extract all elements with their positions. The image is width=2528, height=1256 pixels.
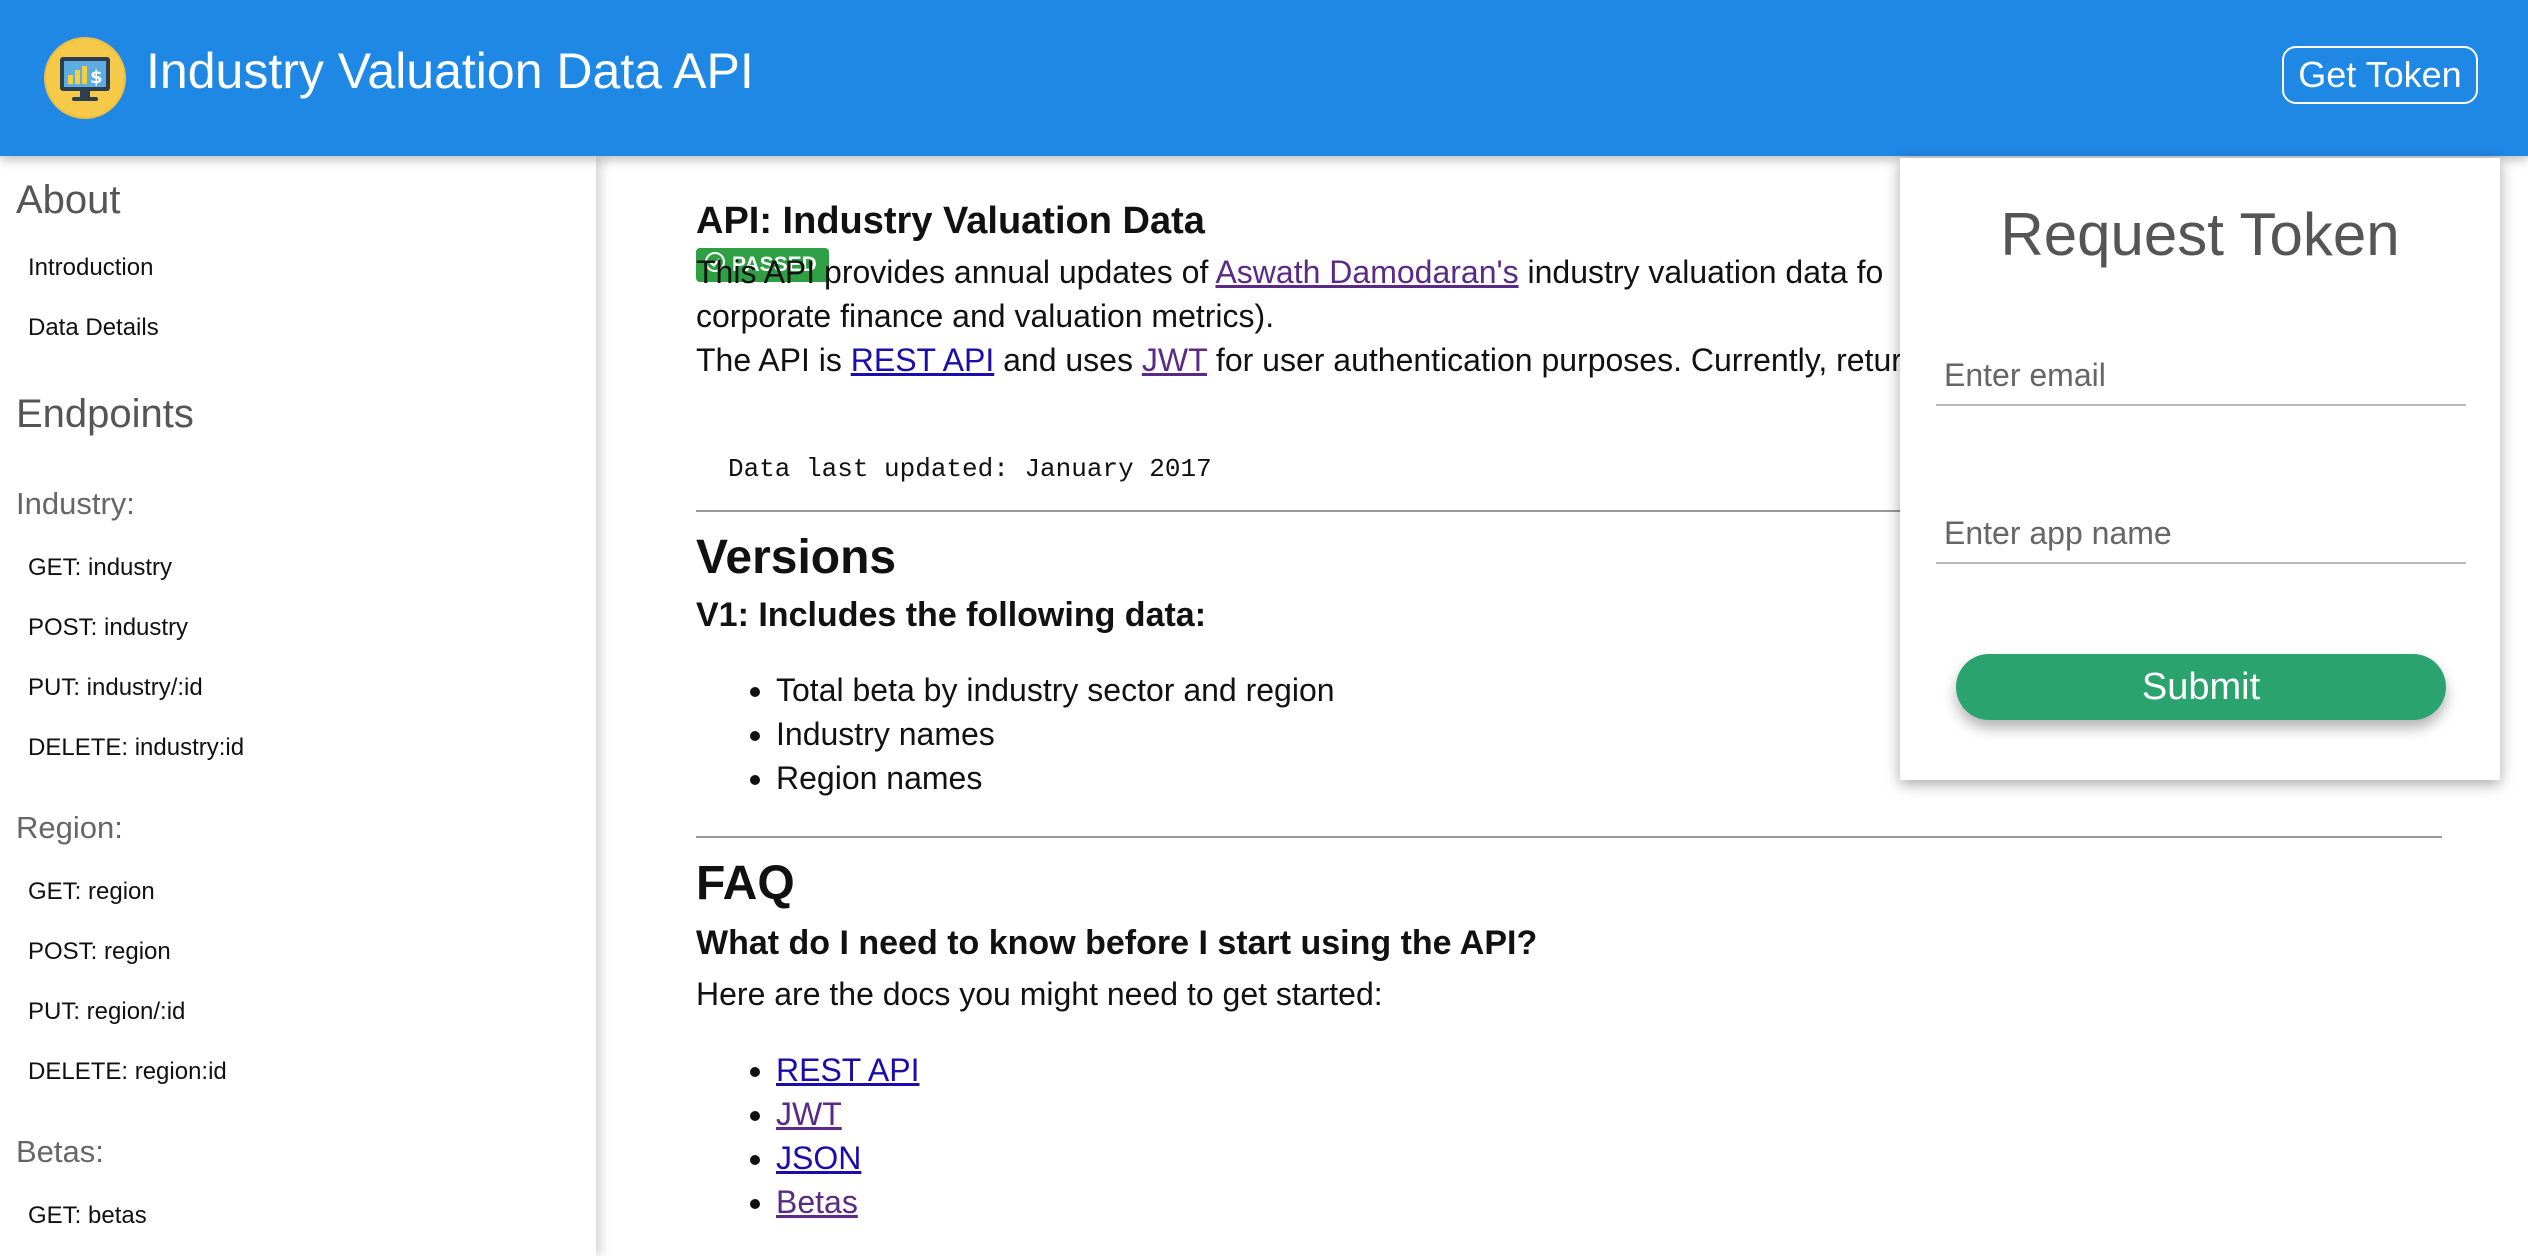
sidebar-item-delete-region[interactable]: DELETE: region:id [28,1058,227,1086]
sidebar-item-get-region[interactable]: GET: region [28,878,155,906]
sidebar-group-betas: Betas: [16,1134,104,1169]
get-token-button[interactable]: Get Token [2282,46,2478,104]
sidebar-item-get-betas[interactable]: GET: betas [28,1202,147,1230]
doc-link-betas[interactable]: Betas [776,1184,858,1220]
sidebar: About Introduction Data Details Endpoint… [0,156,596,1256]
sidebar-item-put-industry[interactable]: PUT: industry/:id [28,674,203,702]
doc-link-rest-api[interactable]: REST API [776,1052,919,1088]
divider [696,836,2442,838]
app-logo-icon: $ [44,37,126,119]
list-item: Industry names [776,712,1335,756]
intro-line-2: corporate finance and valuation metrics)… [696,298,1275,334]
sidebar-group-industry: Industry: [16,486,135,521]
app-title: Industry Valuation Data API [146,43,754,99]
app-name-field[interactable] [1936,504,2466,564]
jwt-link[interactable]: JWT [1142,342,1207,378]
doc-links-list: REST API JWT JSON Betas [736,1048,919,1224]
intro-text: for user authentication purposes. Curren… [1207,342,1902,378]
request-token-panel: Request Token Submit [1900,158,2500,780]
submit-button[interactable]: Submit [1956,654,2446,720]
sidebar-item-post-industry[interactable]: POST: industry [28,614,188,642]
sidebar-endpoints-heading: Endpoints [16,392,194,436]
top-bar: $ Industry Valuation Data API Get Token [0,0,2528,156]
list-item: JSON [776,1136,919,1180]
faq-answer: Here are the docs you might need to get … [696,976,1383,1012]
list-item: Region names [776,756,1335,800]
list-item: REST API [776,1048,919,1092]
sidebar-item-introduction[interactable]: Introduction [28,254,153,282]
sidebar-item-get-industry[interactable]: GET: industry [28,554,172,582]
panel-title: Request Token [2000,201,2400,268]
rest-api-link[interactable]: REST API [851,342,994,378]
list-item: Total beta by industry sector and region [776,668,1335,712]
versions-heading: Versions [696,531,897,584]
list-item: Betas [776,1180,919,1224]
intro-text-cont: industry valuation data fo [1518,254,1884,290]
sidebar-item-put-region[interactable]: PUT: region/:id [28,998,185,1026]
v1-list: Total beta by industry sector and region… [736,668,1335,800]
sidebar-group-region: Region: [16,810,123,845]
doc-link-jwt[interactable]: JWT [776,1096,842,1132]
sidebar-item-data-details[interactable]: Data Details [28,314,159,342]
data-updated-code: Data last updated: January 2017 [728,454,1212,484]
damodaran-link[interactable]: Aswath Damodaran's [1215,254,1518,290]
doc-link-json[interactable]: JSON [776,1140,861,1176]
sidebar-item-delete-industry[interactable]: DELETE: industry:id [28,734,244,762]
email-field[interactable] [1936,346,2466,406]
sidebar-item-post-region[interactable]: POST: region [28,938,171,966]
intro-text: This API provides annual updates of [696,254,1216,290]
intro-line-3: The API is REST API and uses JWT for use… [696,338,1902,382]
faq-heading: FAQ [696,857,795,910]
page-title: API: Industry Valuation Data [696,200,1205,242]
intro-text: The API is [696,342,851,378]
intro-text: and uses [994,342,1142,378]
list-item: JWT [776,1092,919,1136]
v1-heading: V1: Includes the following data: [696,596,1207,634]
faq-question: What do I need to know before I start us… [696,924,1538,962]
intro-line-1: This API provides annual updates of Aswa… [696,250,1883,294]
svg-text:$: $ [90,67,103,88]
sidebar-about-heading: About [16,178,121,222]
